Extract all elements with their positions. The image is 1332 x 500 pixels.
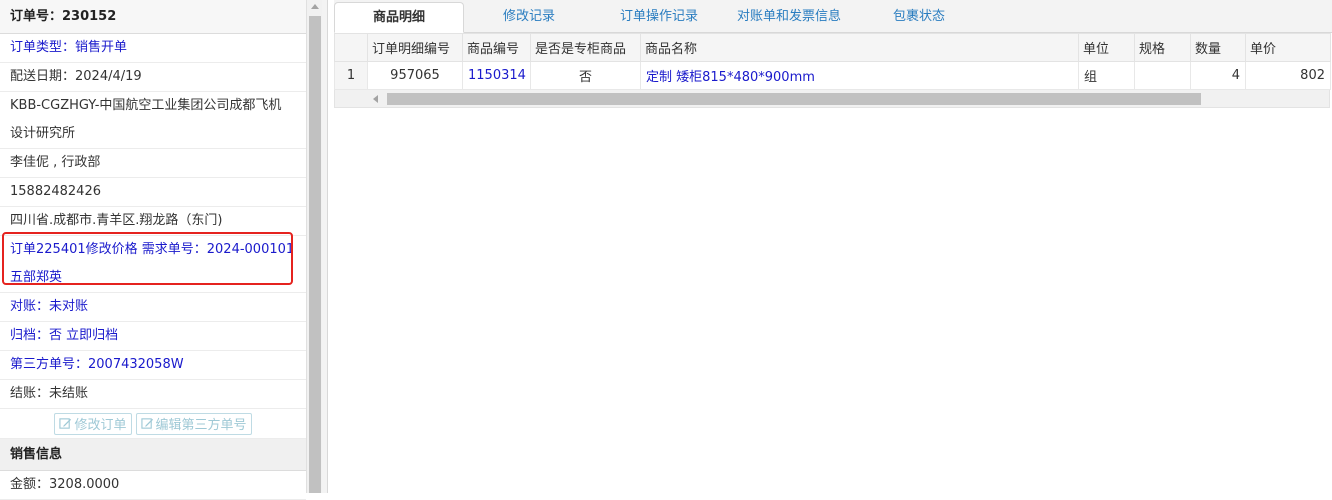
- unit-price-cell: 802: [1245, 61, 1331, 90]
- tab-product-details[interactable]: 商品明细: [334, 2, 464, 33]
- customer-name-line1: KBB-CGZHGY-中国航空工业集团公司成都飞机: [10, 98, 282, 113]
- tab-statement-invoice[interactable]: 对账单和发票信息: [724, 2, 854, 32]
- action-buttons: 修改订单 编辑第三方单号: [0, 409, 306, 439]
- scroll-up-arrow-icon[interactable]: [311, 4, 319, 9]
- order-info-panel: 订单号：230152 订单类型：销售开单 配送日期：2024/4/19 KBB-…: [0, 0, 306, 500]
- order-note: 订单225401修改价格 需求单号：2024-000101 五部郑英: [0, 236, 306, 293]
- edit-third-party-label: 编辑第三方单号: [155, 418, 247, 433]
- edit-third-party-button[interactable]: 编辑第三方单号: [135, 412, 252, 435]
- settle-status: 结账：未结账: [0, 380, 306, 409]
- reconcile-status[interactable]: 对账：未对账: [0, 293, 306, 322]
- column-header-quantity[interactable]: 数量: [1190, 33, 1246, 62]
- edit-order-label: 修改订单: [74, 418, 127, 433]
- order-note-line1: 订单225401修改价格 需求单号：2024-000101: [10, 242, 295, 257]
- column-header-spec[interactable]: 规格: [1134, 33, 1191, 62]
- order-note-line2: 五部郑英: [10, 270, 63, 285]
- product-name-link[interactable]: 定制 矮柜815*480*900mm: [640, 61, 1079, 90]
- is-counter-cell: 否: [530, 61, 641, 90]
- tab-modify-records[interactable]: 修改记录: [464, 2, 594, 32]
- unit-cell: 组: [1078, 61, 1135, 90]
- table-row[interactable]: 1 957065 1150314 否 定制 矮柜815*480*900mm 组 …: [334, 61, 1331, 90]
- detail-panel: 商品明细 修改记录 订单操作记录 对账单和发票信息 包裹状态 订单明细编号 商品…: [334, 0, 1332, 493]
- quantity-cell: 4: [1190, 61, 1246, 90]
- delivery-date: 配送日期：2024/4/19: [0, 63, 306, 92]
- table-header-row: 订单明细编号 商品编号 是否是专柜商品 商品名称 单位 规格 数量 单价: [334, 33, 1331, 62]
- column-header-product-id[interactable]: 商品编号: [462, 33, 531, 62]
- tab-package-status[interactable]: 包裹状态: [854, 2, 984, 32]
- third-party-number[interactable]: 第三方单号：2007432058W: [0, 351, 306, 380]
- contact-phone: 15882482426: [0, 178, 306, 207]
- scroll-left-arrow-icon[interactable]: [373, 95, 378, 103]
- product-id-link[interactable]: 1150314: [462, 61, 531, 90]
- edit-order-button[interactable]: 修改订单: [54, 412, 132, 435]
- edit-icon: [59, 418, 72, 429]
- sales-info-title: 销售信息: [0, 439, 306, 471]
- spec-cell: [1134, 61, 1191, 90]
- order-number-title: 订单号：230152: [0, 0, 306, 34]
- table-horizontal-scrollbar[interactable]: [334, 90, 1330, 108]
- tab-operation-records[interactable]: 订单操作记录: [594, 2, 724, 32]
- column-header-detail-id[interactable]: 订单明细编号: [367, 33, 463, 62]
- scrollbar-thumb[interactable]: [309, 16, 321, 493]
- panel-splitter[interactable]: [322, 0, 328, 493]
- column-header-is-counter[interactable]: 是否是专柜商品: [530, 33, 641, 62]
- delivery-address: 四川省.成都市.青羊区.翔龙路（东门): [0, 207, 306, 236]
- detail-id-cell: 957065: [367, 61, 463, 90]
- order-type: 订单类型：销售开单: [0, 34, 306, 63]
- row-number-header: [334, 33, 368, 62]
- archive-status[interactable]: 归档：否 立即归档: [0, 322, 306, 351]
- column-header-unit[interactable]: 单位: [1078, 33, 1135, 62]
- product-detail-table: 订单明细编号 商品编号 是否是专柜商品 商品名称 单位 规格 数量 单价 1 9…: [334, 33, 1331, 90]
- row-number: 1: [334, 61, 368, 90]
- customer-name-line2: 设计研究所: [10, 126, 76, 141]
- sales-amount: 金额：3208.0000: [0, 471, 306, 500]
- customer-name: KBB-CGZHGY-中国航空工业集团公司成都飞机 设计研究所: [0, 92, 306, 149]
- edit-icon: [140, 418, 153, 429]
- contact-person: 李佳伲 , 行政部: [0, 149, 306, 178]
- tab-bar: 商品明细 修改记录 订单操作记录 对账单和发票信息 包裹状态: [334, 0, 1332, 33]
- column-header-product-name[interactable]: 商品名称: [640, 33, 1079, 62]
- left-panel-scrollbar[interactable]: [306, 0, 322, 493]
- horizontal-scrollbar-thumb[interactable]: [387, 93, 1201, 105]
- column-header-unit-price[interactable]: 单价: [1245, 33, 1331, 62]
